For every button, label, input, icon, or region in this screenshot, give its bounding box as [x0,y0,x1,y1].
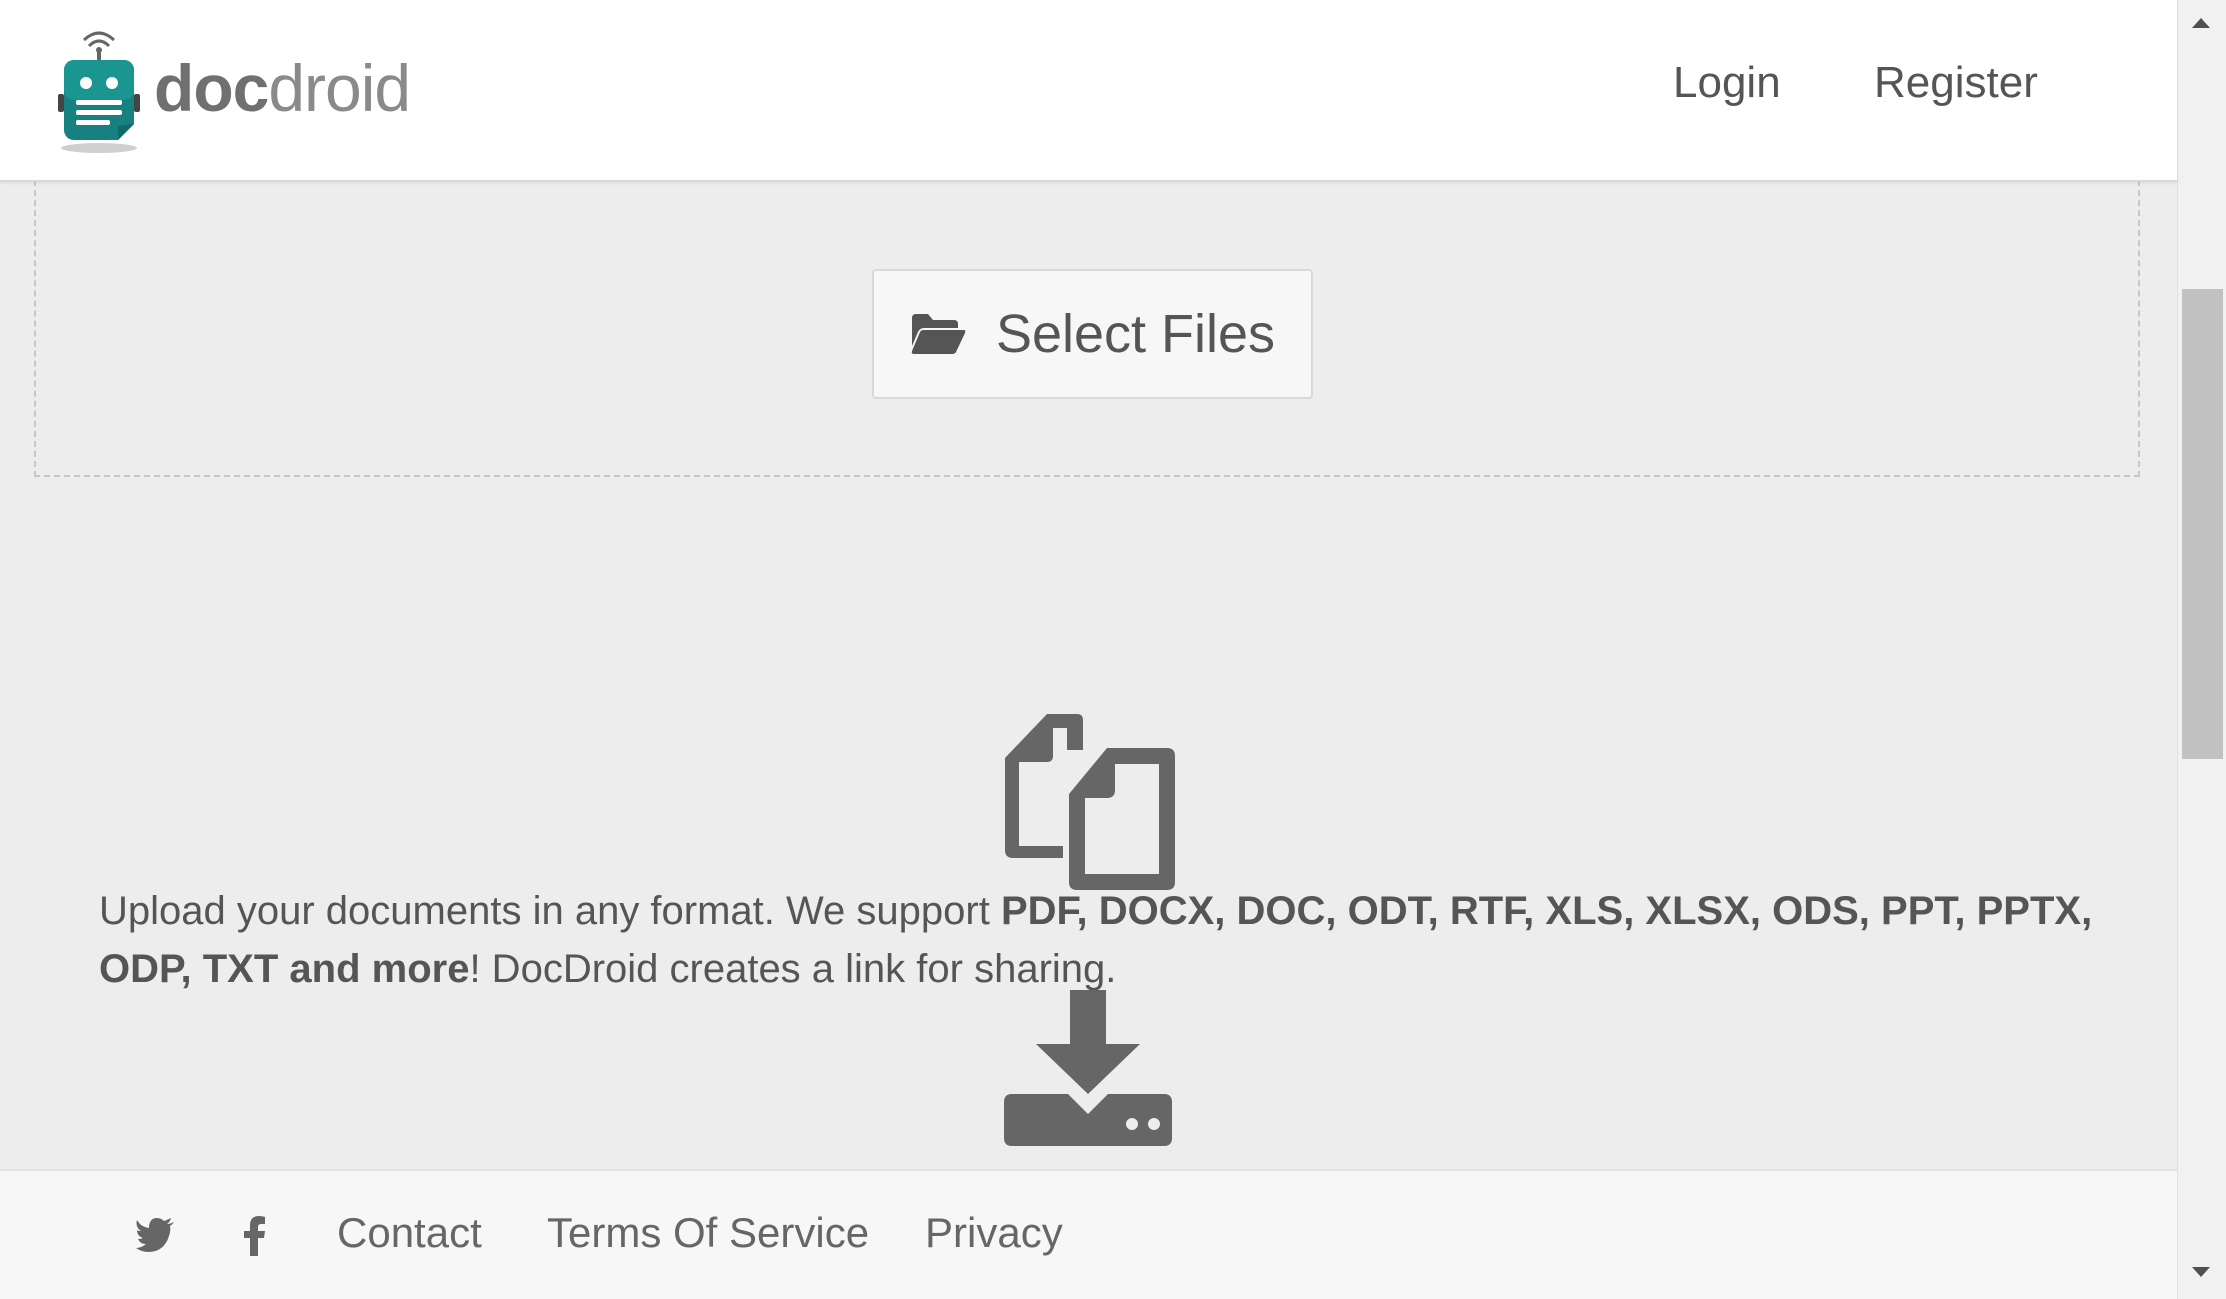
vertical-scrollbar[interactable] [2177,0,2226,1299]
description-outro: ! DocDroid creates a link for sharing. [469,947,1117,991]
logo-text-light: droid [268,51,411,125]
page: docdroid Login Register Select Files Upl… [0,0,2226,1299]
twitter-icon[interactable] [136,1218,174,1252]
login-link[interactable]: Login [1673,58,1781,108]
site-footer [0,1169,2177,1299]
scrollbar-thumb[interactable] [2182,289,2223,759]
footer-terms-link[interactable]: Terms Of Service [547,1209,869,1257]
scroll-down-arrow-icon[interactable] [2192,1267,2210,1277]
facebook-icon[interactable] [244,1216,266,1256]
register-link[interactable]: Register [1874,58,2038,108]
select-files-label: Select Files [995,304,1276,364]
logo[interactable]: docdroid [56,28,411,154]
logo-wordmark: docdroid [154,55,411,121]
upload-description: Upload your documents in any format. We … [99,882,2099,998]
select-files-button[interactable]: Select Files [872,269,1313,399]
robot-document-icon [58,31,140,153]
description-intro: Upload your documents in any format. We … [99,889,1001,933]
footer-privacy-link[interactable]: Privacy [925,1209,1063,1257]
scroll-up-arrow-icon[interactable] [2192,18,2210,28]
site-header: docdroid Login Register [0,0,2177,182]
folder-open-icon [911,314,966,354]
copy-files-icon [1005,714,1175,890]
logo-text-bold: doc [154,51,269,125]
download-tray-icon [1004,990,1172,1146]
footer-contact-link[interactable]: Contact [337,1209,482,1257]
